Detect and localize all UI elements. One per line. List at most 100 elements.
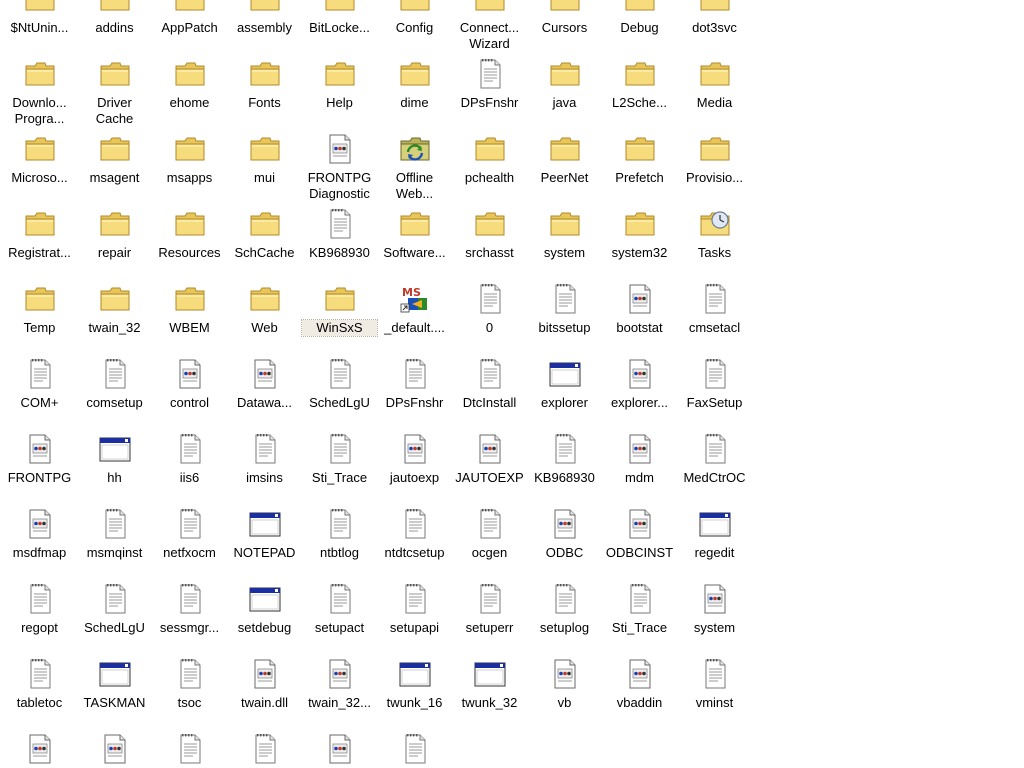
file-item-netfxocm[interactable]: netfxocm xyxy=(152,507,227,561)
file-item-offline-web[interactable]: Offline Web... xyxy=(377,132,452,202)
file-item-item-10-3[interactable] xyxy=(227,732,302,768)
file-item-item-10-4[interactable] xyxy=(302,732,377,768)
file-item-schedlgu[interactable]: SchedLgU xyxy=(302,357,377,411)
file-item-wbem[interactable]: WBEM xyxy=(152,282,227,336)
file-item-taskman[interactable]: TASKMAN xyxy=(77,657,152,711)
file-item-twain-dll[interactable]: twain.dll xyxy=(227,657,302,711)
file-item-dime[interactable]: dime xyxy=(377,57,452,111)
file-item-system32[interactable]: system32 xyxy=(602,207,677,261)
file-item-sti-trace[interactable]: Sti_Trace xyxy=(302,432,377,486)
file-item-schedlgu[interactable]: SchedLgU xyxy=(77,582,152,636)
file-item-connect-wizard[interactable]: Connect... Wizard xyxy=(452,0,527,52)
file-item-winsxs[interactable]: WinSxS xyxy=(301,282,378,337)
file-item-tsoc[interactable]: tsoc xyxy=(152,657,227,711)
file-item-l2sche[interactable]: L2Sche... xyxy=(602,57,677,111)
file-item-kb968930[interactable]: KB968930 xyxy=(527,432,602,486)
file-item-mdm[interactable]: mdm xyxy=(602,432,677,486)
file-item-item-10-0[interactable] xyxy=(2,732,77,768)
file-item-jautoexp[interactable]: jautoexp xyxy=(377,432,452,486)
file-item-twunk-32[interactable]: twunk_32 xyxy=(452,657,527,711)
file-item-temp[interactable]: Temp xyxy=(2,282,77,336)
file-item-msapps[interactable]: msapps xyxy=(152,132,227,186)
file-item-help[interactable]: Help xyxy=(302,57,377,111)
file-item-dpsfnshr[interactable]: DPsFnshr xyxy=(377,357,452,411)
file-item-provisio[interactable]: Provisio... xyxy=(677,132,752,186)
file-item-ehome[interactable]: ehome xyxy=(152,57,227,111)
file-item-system[interactable]: system xyxy=(527,207,602,261)
file-item-hh[interactable]: hh xyxy=(77,432,152,486)
file-item-dpsfnshr[interactable]: DPsFnshr xyxy=(452,57,527,111)
file-item-srchasst[interactable]: srchasst xyxy=(452,207,527,261)
file-item-sti-trace[interactable]: Sti_Trace xyxy=(602,582,677,636)
file-item-item-10-2[interactable] xyxy=(152,732,227,768)
file-item-setupapi[interactable]: setupapi xyxy=(377,582,452,636)
file-item-kb968930[interactable]: KB968930 xyxy=(302,207,377,261)
file-item-setdebug[interactable]: setdebug xyxy=(227,582,302,636)
file-item-config[interactable]: Config xyxy=(377,0,452,36)
file-item-assembly[interactable]: assembly xyxy=(227,0,302,36)
file-item-system[interactable]: system xyxy=(677,582,752,636)
file-item-sessmgr[interactable]: sessmgr... xyxy=(152,582,227,636)
file-item-vminst[interactable]: vminst xyxy=(677,657,752,711)
file-item-bootstat[interactable]: bootstat xyxy=(602,282,677,336)
file-item-bitssetup[interactable]: bitssetup xyxy=(527,282,602,336)
file-item-cmsetacl[interactable]: cmsetacl xyxy=(677,282,752,336)
file-item-peernet[interactable]: PeerNet xyxy=(527,132,602,186)
file-item-addins[interactable]: addins xyxy=(77,0,152,36)
file-item-explorer[interactable]: explorer xyxy=(527,357,602,411)
file-item-microso[interactable]: Microso... xyxy=(2,132,77,186)
file-item-software[interactable]: Software... xyxy=(377,207,452,261)
file-item-frontpg[interactable]: FRONTPG xyxy=(2,432,77,486)
file-item-bitlocke[interactable]: BitLocke... xyxy=(302,0,377,36)
file-item-tabletoc[interactable]: tabletoc xyxy=(2,657,77,711)
file-item-setuperr[interactable]: setuperr xyxy=(452,582,527,636)
file-item-web[interactable]: Web xyxy=(227,282,302,336)
file-item-ntdtcsetup[interactable]: ntdtcsetup xyxy=(377,507,452,561)
file-item-msmqinst[interactable]: msmqinst xyxy=(77,507,152,561)
file-item-twunk-16[interactable]: twunk_16 xyxy=(377,657,452,711)
file-item-medctroc[interactable]: MedCtrOC xyxy=(677,432,752,486)
file-item-dot3svc[interactable]: dot3svc xyxy=(677,0,752,36)
file-item-ntbtlog[interactable]: ntbtlog xyxy=(302,507,377,561)
file-item-twain-32[interactable]: twain_32 xyxy=(77,282,152,336)
file-item-datawa[interactable]: Datawa... xyxy=(227,357,302,411)
file-item-twain-32[interactable]: twain_32... xyxy=(302,657,377,711)
file-item-cursors[interactable]: Cursors xyxy=(527,0,602,36)
file-item-com[interactable]: COM+ xyxy=(2,357,77,411)
file-item-odbcinst[interactable]: ODBCINST xyxy=(602,507,677,561)
file-item-frontpg-diagnostic[interactable]: FRONTPG Diagnostic xyxy=(302,132,377,202)
file-item-fonts[interactable]: Fonts xyxy=(227,57,302,111)
file-item-prefetch[interactable]: Prefetch xyxy=(602,132,677,186)
file-item-repair[interactable]: repair xyxy=(77,207,152,261)
file-item-pchealth[interactable]: pchealth xyxy=(452,132,527,186)
file-item-resources[interactable]: Resources xyxy=(152,207,227,261)
file-item-odbc[interactable]: ODBC xyxy=(527,507,602,561)
file-item-msdfmap[interactable]: msdfmap xyxy=(2,507,77,561)
file-item-comsetup[interactable]: comsetup xyxy=(77,357,152,411)
file-item-registrat[interactable]: Registrat... xyxy=(2,207,77,261)
file-item-java[interactable]: java xyxy=(527,57,602,111)
file-item-regedit[interactable]: regedit xyxy=(677,507,752,561)
file-item-imsins[interactable]: imsins xyxy=(227,432,302,486)
file-item-regopt[interactable]: regopt xyxy=(2,582,77,636)
file-item-apppatch[interactable]: AppPatch xyxy=(152,0,227,36)
file-icon-view[interactable]: $NtUnin... addins AppPatch assembly BitLocke… xyxy=(0,0,1024,768)
file-item-debug[interactable]: Debug xyxy=(602,0,677,36)
file-item-0[interactable]: 0 xyxy=(452,282,527,336)
file-item-vb[interactable]: vb xyxy=(527,657,602,711)
file-item-default[interactable]: MS _default.... xyxy=(377,282,452,336)
file-item-media[interactable]: Media xyxy=(677,57,752,111)
file-item-schcache[interactable]: SchCache xyxy=(227,207,302,261)
file-item-tasks[interactable]: Tasks xyxy=(677,207,752,261)
file-item-driver-cache[interactable]: Driver Cache xyxy=(77,57,152,127)
file-item-mui[interactable]: mui xyxy=(227,132,302,186)
file-item-msagent[interactable]: msagent xyxy=(77,132,152,186)
file-item-item-10-1[interactable] xyxy=(77,732,152,768)
file-item-downlo-progra[interactable]: Downlo... Progra... xyxy=(2,57,77,127)
file-item-item-10-5[interactable] xyxy=(377,732,452,768)
file-item-dtcinstall[interactable]: DtcInstall xyxy=(452,357,527,411)
file-item-vbaddin[interactable]: vbaddin xyxy=(602,657,677,711)
file-item-ocgen[interactable]: ocgen xyxy=(452,507,527,561)
file-item-iis6[interactable]: iis6 xyxy=(152,432,227,486)
file-item-setupact[interactable]: setupact xyxy=(302,582,377,636)
